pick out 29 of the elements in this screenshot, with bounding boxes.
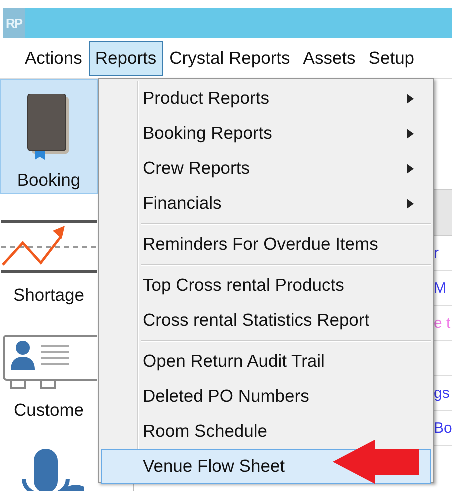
sidebar-tile[interactable]: Custome [0, 309, 98, 424]
book-icon [27, 94, 71, 160]
menu-entry[interactable]: Financials [101, 186, 431, 221]
app-logo: RP [3, 8, 25, 38]
cell-text: gs [434, 384, 450, 402]
menu-entry[interactable]: Reminders For Overdue Items [101, 227, 431, 262]
menu-entry[interactable]: Product Reports [101, 81, 431, 116]
tile-label: Custome [14, 400, 84, 421]
menu-entry[interactable]: Deleted PO Numbers [101, 379, 431, 414]
menu-item[interactable]: Setup [362, 40, 421, 76]
menu-item[interactable]: Crystal Reports [164, 40, 296, 76]
sidebar-tile[interactable]: Booking [0, 79, 98, 194]
menu-entry[interactable]: Top Cross rental Products [101, 268, 431, 303]
contact-card-icon [1, 334, 97, 390]
menu-entry[interactable]: Open Return Audit Trail [101, 344, 431, 379]
menu-item[interactable]: Assets [297, 40, 362, 76]
menu-entry[interactable]: Cross rental Statistics Report [101, 303, 431, 338]
tile-label: Shortage [13, 285, 85, 306]
cell-text: M [434, 280, 446, 296]
menu-entry[interactable]: Crew Reports [101, 151, 431, 186]
cell-text: Bo [434, 420, 452, 436]
cell-text: r [434, 244, 439, 262]
menu-item[interactable]: Actions [19, 40, 88, 76]
cell-text: e t [434, 314, 451, 332]
sidebar-tile[interactable]: Shortage [0, 194, 98, 309]
menu-item[interactable]: Reports [89, 40, 163, 76]
menu-entry[interactable]: Room Schedule [101, 414, 431, 449]
tile-label: Booking [17, 170, 81, 191]
menu-entry[interactable]: Booking Reports [101, 116, 431, 151]
